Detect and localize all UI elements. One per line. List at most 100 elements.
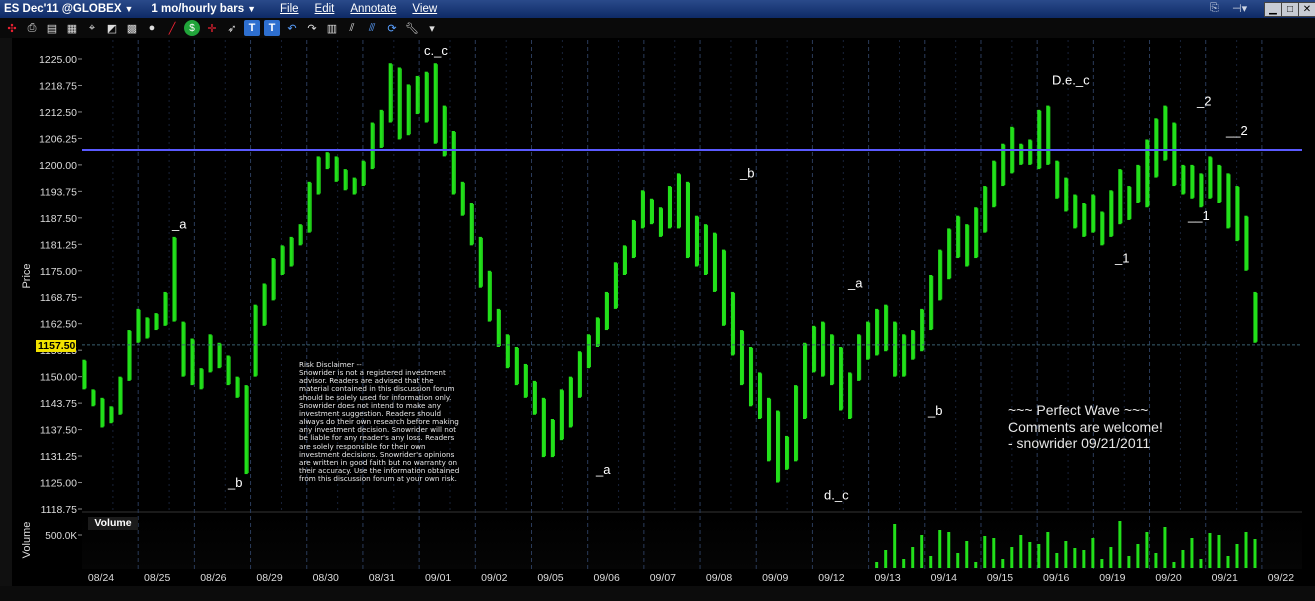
chevron-down-icon[interactable]: ▼: [125, 4, 134, 14]
volume-bar: [1082, 550, 1086, 568]
volume-bar: [884, 550, 888, 568]
symbol-selector[interactable]: ES Dec'11 @GLOBEX: [4, 3, 122, 15]
price-bar: [163, 291, 167, 326]
price-bar: [289, 236, 293, 267]
dollar-icon[interactable]: $: [184, 20, 200, 36]
wave-label: _b: [739, 166, 754, 181]
menu-file[interactable]: File: [280, 3, 299, 15]
price-bar: [271, 258, 275, 301]
price-bar: [1109, 190, 1113, 237]
price-bar: [325, 152, 329, 170]
pen-icon[interactable]: ╱: [164, 20, 180, 36]
minimize-button[interactable]: ▁: [1264, 2, 1282, 17]
price-bar: [235, 376, 239, 398]
overview-bar[interactable]: [0, 586, 1315, 601]
chart-canvas[interactable]: 1225.00 1218.75 1212.50 1206.25 1200.00 1193.…: [0, 0, 1315, 601]
volume-bar: [1154, 553, 1158, 568]
volume-bar: [983, 536, 987, 568]
close-button[interactable]: ✕: [1298, 2, 1315, 17]
volume-bar: [974, 562, 978, 568]
pointer-icon[interactable]: ➶: [224, 20, 240, 36]
timeframe-selector[interactable]: 1 mo/hourly bars: [151, 3, 244, 15]
volume-bar: [1046, 532, 1050, 568]
price-bar: [469, 203, 473, 246]
wave-label: _a: [595, 462, 611, 477]
y-tick-label: 1137.50: [40, 425, 77, 437]
wave-label: _a: [171, 216, 187, 231]
price-bar: [812, 325, 816, 373]
crosshair-icon[interactable]: ✣: [4, 20, 20, 36]
wave-label: _2: [1196, 94, 1211, 109]
price-bar: [586, 334, 591, 369]
menu-annotate[interactable]: Annotate: [350, 3, 396, 15]
price-bar: [316, 156, 320, 195]
wrench-icon[interactable]: 🔧︎: [404, 20, 420, 36]
print-icon[interactable]: ⎙: [24, 20, 40, 36]
text-icon[interactable]: T: [244, 20, 260, 36]
price-bar: [1073, 194, 1077, 229]
link-icon[interactable]: ⎘: [1210, 2, 1219, 15]
refresh-icon[interactable]: ⟳: [384, 20, 400, 36]
price-bar: [244, 385, 248, 475]
price-bar: [785, 435, 789, 470]
price-bar: [622, 245, 627, 275]
price-bar: [127, 330, 131, 381]
volume-bar: [1217, 535, 1221, 568]
price-bar: [226, 355, 230, 386]
price-bar: [757, 372, 762, 419]
right-scroll-rail[interactable]: [1302, 38, 1315, 598]
more-icon[interactable]: ▾: [424, 20, 440, 36]
fib-icon[interactable]: ▥: [324, 20, 340, 36]
price-axis-label: Price: [21, 263, 33, 288]
maximize-button[interactable]: □: [1281, 2, 1299, 17]
chevron-down-icon[interactable]: ▼: [247, 4, 256, 14]
x-tick-label: 09/09: [762, 572, 788, 584]
x-tick-label: 09/01: [425, 572, 451, 584]
y-tick-label: 1162.50: [40, 319, 77, 331]
line-icon[interactable]: ◩: [104, 20, 120, 36]
volume-bar: [947, 532, 951, 568]
price-bar: [442, 105, 446, 157]
save-icon[interactable]: ▤: [44, 20, 60, 36]
price-bar: [1226, 173, 1230, 229]
y-tick-label: 1181.25: [40, 239, 77, 251]
price-bar: [857, 334, 861, 381]
price-bar: [172, 236, 176, 322]
price-bar: [1208, 156, 1212, 199]
channel-icon[interactable]: ⫽: [344, 20, 360, 36]
price-bar: [379, 109, 383, 148]
volume-bar: [1028, 542, 1032, 568]
text-icon-2[interactable]: T: [264, 20, 280, 36]
note-line: Comments are welcome!: [1008, 418, 1163, 435]
x-tick-label: 08/31: [369, 572, 395, 584]
pin-icon[interactable]: ⊣▾: [1232, 2, 1247, 15]
circle-icon[interactable]: ●: [144, 20, 160, 36]
cursor-icon[interactable]: ⌖: [84, 20, 100, 36]
channel-icon-2[interactable]: ⫻: [364, 20, 380, 36]
price-bar: [739, 330, 744, 386]
price-bar: [1091, 194, 1095, 233]
price-bar: [505, 334, 509, 369]
toolbar: ✣ ⎙ ▤ ▦ ⌖ ◩ ▩ ● ╱ $ ✛ ➶ T T ↶ ↷ ▥ ⫽ ⫻ ⟳ …: [0, 18, 1315, 38]
x-tick-label: 09/20: [1155, 572, 1181, 584]
price-bar: [604, 291, 609, 331]
last-price-badge: 1157.50: [36, 340, 76, 352]
draw-icon[interactable]: ▩: [124, 20, 140, 36]
price-bar: [217, 342, 221, 369]
redo-icon[interactable]: ↷: [304, 20, 320, 36]
price-bar: [1163, 105, 1167, 161]
price-bar: [145, 317, 149, 339]
price-bar: [190, 338, 194, 386]
undo-icon[interactable]: ↶: [284, 20, 300, 36]
price-bar: [514, 347, 518, 386]
menu-view[interactable]: View: [412, 3, 437, 15]
volume-bar: [875, 562, 879, 568]
target-icon[interactable]: ✛: [204, 20, 220, 36]
price-bar: [1046, 105, 1050, 165]
bar-chart-icon[interactable]: ▦: [64, 20, 80, 36]
price-bar: [415, 75, 419, 115]
y-tick-label: 1131.25: [40, 451, 77, 463]
note-line: - snowrider 09/21/2011: [1008, 435, 1151, 451]
y-tick-label: 1200.00: [39, 160, 77, 172]
menu-edit[interactable]: Edit: [315, 3, 335, 15]
